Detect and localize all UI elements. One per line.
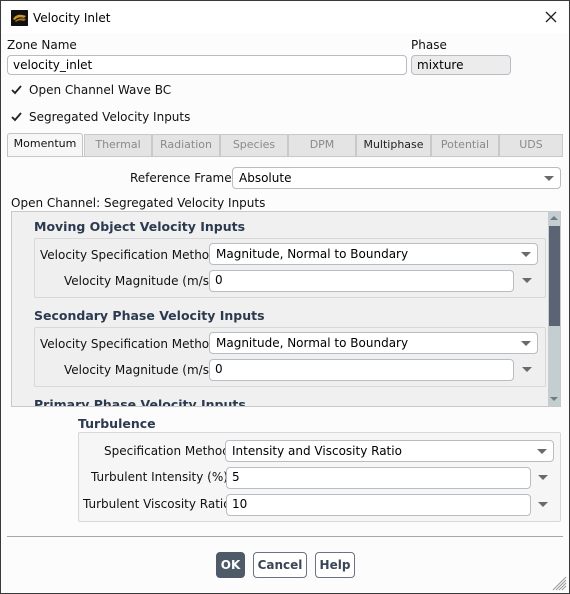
parameter-menu-icon[interactable] <box>522 367 532 372</box>
segregated-velocity-checkbox[interactable] <box>10 110 23 123</box>
tab-momentum[interactable]: Momentum <box>7 133 83 157</box>
turbulence-spec-method-label: Specification Method <box>104 444 230 458</box>
open-channel-checkbox[interactable] <box>10 83 23 96</box>
parameter-menu-icon[interactable] <box>538 502 548 507</box>
fluent-app-icon <box>11 10 28 26</box>
parameter-menu-icon[interactable] <box>538 475 548 480</box>
scroll-down-icon[interactable] <box>548 393 560 406</box>
moving-velocity-magnitude-input[interactable]: 0 <box>209 270 514 292</box>
moving-velocity-magnitude-label: Velocity Magnitude (m/s) <box>64 274 214 288</box>
chevron-down-icon <box>521 341 531 346</box>
secondary-spec-method-label: Velocity Specification Method <box>40 337 217 351</box>
moving-spec-method-dropdown[interactable]: Magnitude, Normal to Boundary <box>209 243 538 265</box>
vertical-scrollbar[interactable] <box>548 212 560 406</box>
tab-radiation[interactable]: Radiation <box>152 134 220 156</box>
turbulent-viscosity-ratio-input[interactable]: 10 <box>226 494 531 516</box>
secondary-velocity-magnitude-input[interactable]: 0 <box>209 359 514 381</box>
secondary-phase-group: Velocity Specification Method Magnitude,… <box>34 327 546 387</box>
chevron-down-icon <box>537 449 547 454</box>
turbulent-intensity-input[interactable]: 5 <box>226 467 531 489</box>
cancel-button[interactable]: Cancel <box>253 552 307 578</box>
open-channel-label: Open Channel Wave BC <box>29 83 172 97</box>
moving-object-group: Velocity Specification Method Magnitude,… <box>34 238 546 298</box>
secondary-phase-title: Secondary Phase Velocity Inputs <box>34 308 265 323</box>
zone-name-label: Zone Name <box>7 38 77 52</box>
moving-spec-method-label: Velocity Specification Method <box>40 248 217 262</box>
tab-uds[interactable]: UDS <box>499 134 563 156</box>
chevron-down-icon <box>521 252 531 257</box>
reference-frame-dropdown[interactable]: Absolute <box>232 167 561 189</box>
velocity-inlet-dialog: Velocity Inlet Zone Name velocity_inlet … <box>0 0 570 594</box>
phase-field: mixture <box>411 55 511 75</box>
segregated-velocity-scroll-panel[interactable]: Moving Object Velocity Inputs Velocity S… <box>11 211 561 407</box>
turbulent-viscosity-ratio-label: Turbulent Viscosity Ratio <box>83 497 231 511</box>
turbulent-intensity-label: Turbulent Intensity (%) <box>91 470 228 484</box>
turbulence-spec-method-value: Intensity and Viscosity Ratio <box>232 444 402 458</box>
moving-object-title: Moving Object Velocity Inputs <box>34 219 246 234</box>
resize-grip-icon[interactable] <box>551 575 567 591</box>
phase-label: Phase <box>411 38 447 52</box>
moving-spec-method-value: Magnitude, Normal to Boundary <box>216 247 409 261</box>
help-button[interactable]: Help <box>315 552 355 578</box>
secondary-spec-method-dropdown[interactable]: Magnitude, Normal to Boundary <box>209 332 538 354</box>
tab-thermal[interactable]: Thermal <box>84 134 152 156</box>
segregated-velocity-label: Segregated Velocity Inputs <box>29 110 191 124</box>
tab-potential[interactable]: Potential <box>431 134 499 156</box>
open-channel-section-title: Open Channel: Segregated Velocity Inputs <box>11 196 266 210</box>
reference-frame-label: Reference Frame <box>130 171 232 185</box>
parameter-menu-icon[interactable] <box>522 278 532 283</box>
tab-bar: Momentum Thermal Radiation Species DPM M… <box>7 133 563 157</box>
turbulence-title: Turbulence <box>78 416 156 431</box>
close-icon[interactable] <box>543 9 559 25</box>
ok-button[interactable]: OK <box>216 552 245 578</box>
tab-divider <box>7 156 563 157</box>
chevron-down-icon <box>544 176 554 181</box>
window-title: Velocity Inlet <box>33 11 111 25</box>
tab-species[interactable]: Species <box>220 134 288 156</box>
primary-phase-title: Primary Phase Velocity Inputs <box>34 397 246 407</box>
title-bar[interactable]: Velocity Inlet <box>2 2 568 33</box>
tab-multiphase[interactable]: Multiphase <box>356 134 431 156</box>
secondary-spec-method-value: Magnitude, Normal to Boundary <box>216 336 409 350</box>
tab-dpm[interactable]: DPM <box>288 134 356 156</box>
scrollbar-thumb[interactable] <box>549 226 560 326</box>
zone-name-input[interactable]: velocity_inlet <box>7 55 407 75</box>
footer-divider <box>7 536 563 537</box>
secondary-velocity-magnitude-label: Velocity Magnitude (m/s) <box>64 363 214 377</box>
scroll-up-icon[interactable] <box>548 212 560 225</box>
turbulence-spec-method-dropdown[interactable]: Intensity and Viscosity Ratio <box>225 440 554 462</box>
reference-frame-value: Absolute <box>239 171 292 185</box>
turbulence-group: Specification Method Intensity and Visco… <box>78 432 561 522</box>
